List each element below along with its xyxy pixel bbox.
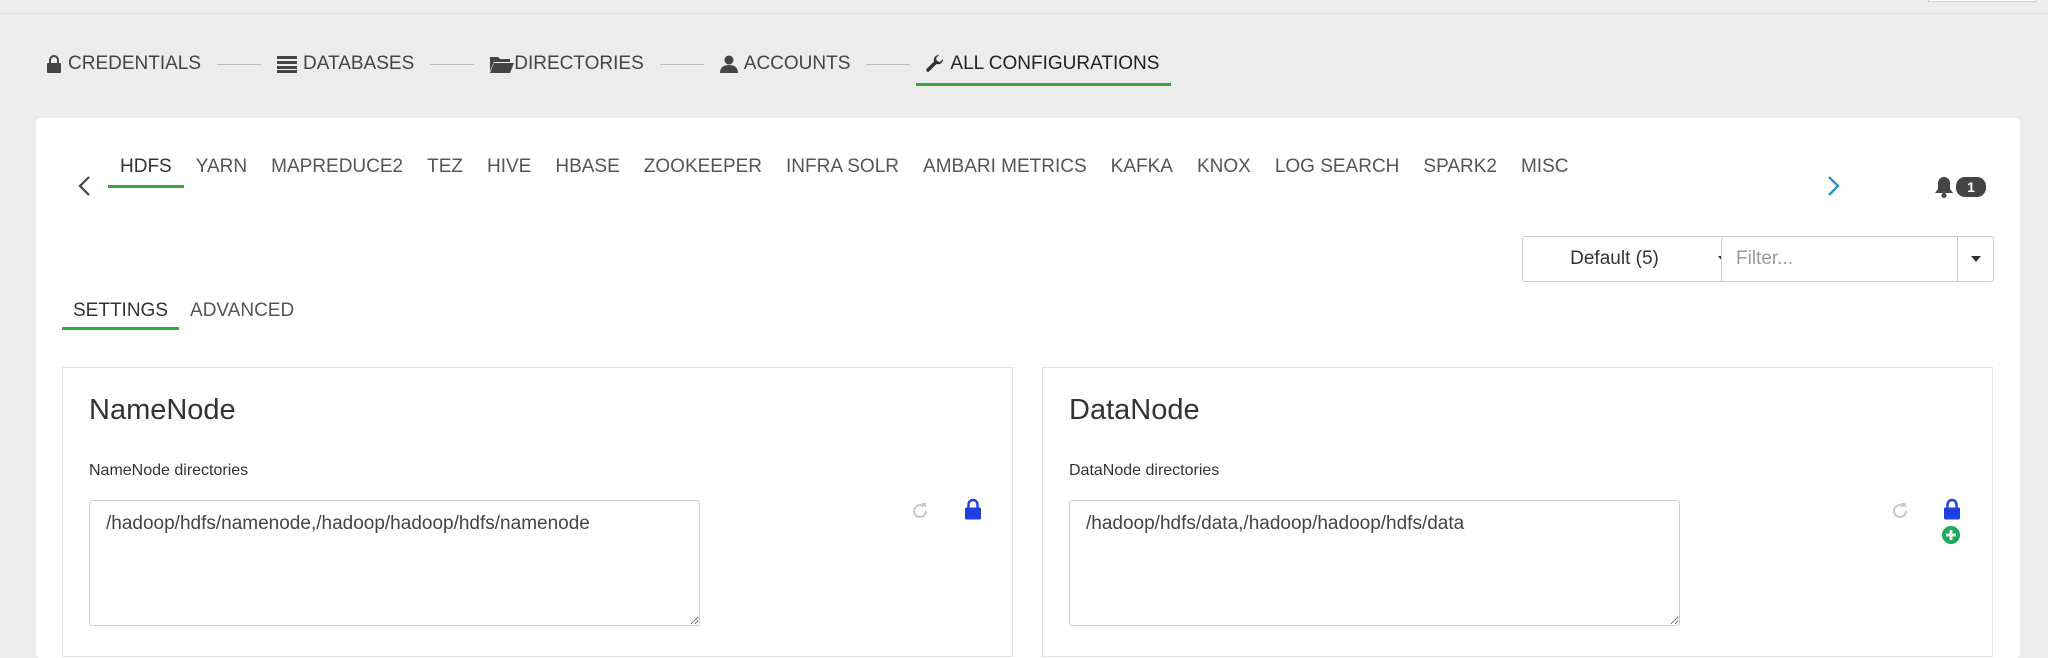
tab-misc[interactable]: MISC xyxy=(1509,150,1581,188)
step-label: CREDENTIALS xyxy=(68,53,202,74)
notifications-button[interactable]: 1 xyxy=(1934,176,1986,198)
user-icon xyxy=(719,55,738,73)
filter-dropdown-toggle[interactable] xyxy=(1957,236,1994,282)
step-separator xyxy=(659,63,704,65)
step-all-configurations[interactable]: ALL CONFIGURATIONS xyxy=(916,44,1172,86)
wrench-icon xyxy=(926,55,944,73)
undo-icon[interactable] xyxy=(1889,500,1911,522)
folder-open-icon xyxy=(490,55,515,73)
step-label: DIRECTORIES xyxy=(514,53,644,74)
tab-advanced[interactable]: ADVANCED xyxy=(179,294,305,330)
panel-title: DataNode xyxy=(1069,394,1200,426)
tab-infra-solr[interactable]: INFRA SOLR xyxy=(774,150,911,188)
tab-yarn[interactable]: YARN xyxy=(184,150,259,188)
undo-icon[interactable] xyxy=(909,500,931,522)
step-separator xyxy=(866,63,911,65)
tab-zookeeper[interactable]: ZOOKEEPER xyxy=(632,150,774,188)
lock-icon[interactable] xyxy=(962,496,984,522)
panel-title: NameNode xyxy=(89,394,236,426)
tab-hive[interactable]: HIVE xyxy=(475,150,543,188)
field-label: NameNode directories xyxy=(89,462,249,479)
field-label: DataNode directories xyxy=(1069,462,1220,479)
chevron-right-icon xyxy=(1828,176,1840,196)
filter-input[interactable] xyxy=(1721,236,1958,282)
add-override-icon[interactable] xyxy=(1942,526,1962,546)
namenode-panel: NameNode NameNode directories /hadoop/hd… xyxy=(62,367,1013,657)
step-accounts[interactable]: ACCOUNTS xyxy=(718,44,853,84)
database-icon xyxy=(277,55,298,73)
chevron-left-icon xyxy=(78,176,90,196)
tab-ambari-metrics[interactable]: AMBARI METRICS xyxy=(911,150,1099,188)
tab-hdfs[interactable]: HDFS xyxy=(108,150,184,188)
wizard-steps: CREDENTIALS DATABASES DIRECTORIES ACCOUN… xyxy=(44,44,1172,86)
tab-spark2[interactable]: SPARK2 xyxy=(1411,150,1509,188)
step-label: ALL CONFIGURATIONS xyxy=(950,53,1160,74)
config-group-button[interactable]: Default (5) xyxy=(1522,236,1707,282)
step-label: DATABASES xyxy=(303,53,415,74)
lock-icon[interactable] xyxy=(1941,496,1963,522)
tab-hbase[interactable]: HBASE xyxy=(543,150,631,188)
step-separator xyxy=(217,63,262,65)
tab-knox[interactable]: KNOX xyxy=(1185,150,1263,188)
tab-settings[interactable]: SETTINGS xyxy=(62,294,180,330)
notification-count-badge: 1 xyxy=(1956,177,1986,197)
tab-mapreduce2[interactable]: MAPREDUCE2 xyxy=(259,150,415,188)
service-tabs: HDFS YARN MAPREDUCE2 TEZ HIVE HBASE ZOOK… xyxy=(108,150,1580,188)
datanode-directories-input[interactable]: /hadoop/hdfs/data,/hadoop/hadoop/hdfs/da… xyxy=(1069,500,1680,626)
bell-icon xyxy=(1935,177,1953,198)
top-bar xyxy=(0,0,2048,14)
step-directories[interactable]: DIRECTORIES xyxy=(488,44,646,84)
lock-icon xyxy=(46,55,62,73)
tab-log-search[interactable]: LOG SEARCH xyxy=(1263,150,1412,188)
step-databases[interactable]: DATABASES xyxy=(275,44,416,84)
caret-down-icon xyxy=(1970,256,1981,262)
step-separator xyxy=(430,63,475,65)
services-prev-button[interactable] xyxy=(72,170,96,202)
top-right-button[interactable] xyxy=(1928,0,2036,2)
tab-kafka[interactable]: KAFKA xyxy=(1099,150,1185,188)
step-label: ACCOUNTS xyxy=(743,53,851,74)
services-next-button[interactable] xyxy=(1822,170,1846,202)
step-credentials[interactable]: CREDENTIALS xyxy=(44,44,203,84)
namenode-directories-input[interactable]: /hadoop/hdfs/namenode,/hadoop/hadoop/hdf… xyxy=(89,500,700,626)
settings-tabs: SETTINGS ADVANCED xyxy=(62,294,305,330)
datanode-panel: DataNode DataNode directories /hadoop/hd… xyxy=(1042,367,1993,657)
tab-tez[interactable]: TEZ xyxy=(415,150,475,188)
